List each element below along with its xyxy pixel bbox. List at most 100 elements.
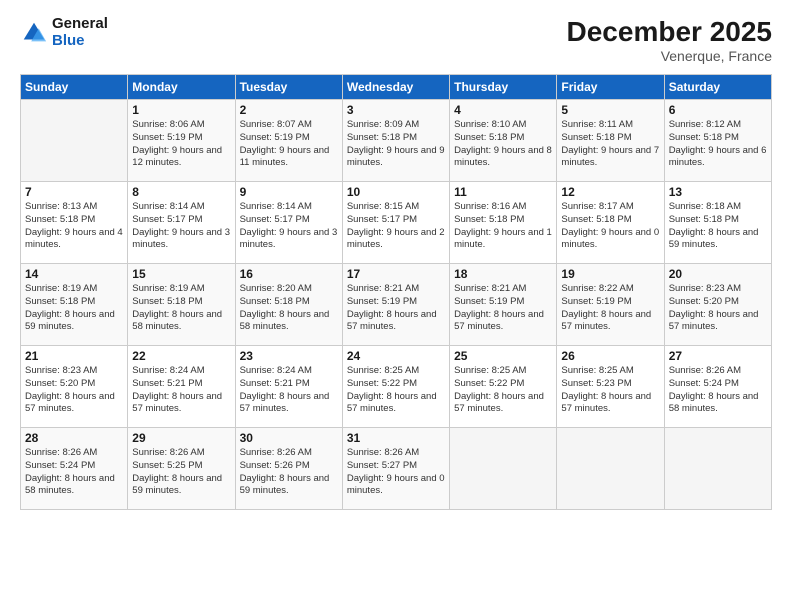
calendar-cell: 4 Sunrise: 8:10 AMSunset: 5:18 PMDaylight… bbox=[450, 100, 557, 182]
cell-info: Sunrise: 8:26 AMSunset: 5:27 PMDaylight:… bbox=[347, 447, 445, 496]
calendar-cell: 20 Sunrise: 8:23 AMSunset: 5:20 PMDayligh… bbox=[664, 264, 771, 346]
calendar-cell: 2 Sunrise: 8:07 AMSunset: 5:19 PMDaylight… bbox=[235, 100, 342, 182]
calendar-cell: 28 Sunrise: 8:26 AMSunset: 5:24 PMDayligh… bbox=[21, 428, 128, 510]
cell-info: Sunrise: 8:14 AMSunset: 5:17 PMDaylight:… bbox=[240, 201, 338, 250]
cell-info: Sunrise: 8:09 AMSunset: 5:18 PMDaylight:… bbox=[347, 119, 445, 168]
logo-text: General Blue bbox=[52, 16, 108, 49]
calendar-cell: 21Sunrise: 8:23 AMSunset: 5:20 PMDayligh… bbox=[21, 346, 128, 428]
cell-info: Sunrise: 8:19 AMSunset: 5:18 PMDaylight:… bbox=[25, 283, 115, 332]
calendar-cell: 30 Sunrise: 8:26 AMSunset: 5:26 PMDayligh… bbox=[235, 428, 342, 510]
cell-info: Sunrise: 8:24 AMSunset: 5:21 PMDaylight:… bbox=[132, 365, 222, 414]
calendar-cell: 18 Sunrise: 8:21 AMSunset: 5:19 PMDayligh… bbox=[450, 264, 557, 346]
day-number: 25 bbox=[454, 349, 552, 363]
calendar-cell: 8 Sunrise: 8:14 AMSunset: 5:17 PMDaylight… bbox=[128, 182, 235, 264]
cell-info: Sunrise: 8:13 AMSunset: 5:18 PMDaylight:… bbox=[25, 201, 123, 250]
day-number: 6 bbox=[669, 103, 767, 117]
day-number: 29 bbox=[132, 431, 230, 445]
calendar-week-4: 21Sunrise: 8:23 AMSunset: 5:20 PMDayligh… bbox=[21, 346, 772, 428]
calendar-week-5: 28 Sunrise: 8:26 AMSunset: 5:24 PMDayligh… bbox=[21, 428, 772, 510]
calendar-cell: 10Sunrise: 8:15 AMSunset: 5:17 PMDayligh… bbox=[342, 182, 449, 264]
cell-info: Sunrise: 8:20 AMSunset: 5:18 PMDaylight:… bbox=[240, 283, 330, 332]
calendar-header-row: Sunday Monday Tuesday Wednesday Thursday… bbox=[21, 75, 772, 100]
calendar-cell: 26 Sunrise: 8:25 AMSunset: 5:23 PMDayligh… bbox=[557, 346, 664, 428]
day-number: 23 bbox=[240, 349, 338, 363]
calendar-cell: 5Sunrise: 8:11 AMSunset: 5:18 PMDaylight… bbox=[557, 100, 664, 182]
calendar-table: Sunday Monday Tuesday Wednesday Thursday… bbox=[20, 74, 772, 510]
day-number: 14 bbox=[25, 267, 123, 281]
day-number: 22 bbox=[132, 349, 230, 363]
day-number: 28 bbox=[25, 431, 123, 445]
calendar-cell: 25 Sunrise: 8:25 AMSunset: 5:22 PMDayligh… bbox=[450, 346, 557, 428]
calendar-cell: 1Sunrise: 8:06 AMSunset: 5:19 PMDaylight… bbox=[128, 100, 235, 182]
logo: General Blue bbox=[20, 16, 108, 49]
day-number: 26 bbox=[561, 349, 659, 363]
day-number: 27 bbox=[669, 349, 767, 363]
page-header: General Blue December 2025 Venerque, Fra… bbox=[20, 16, 772, 64]
cell-info: Sunrise: 8:26 AMSunset: 5:26 PMDaylight:… bbox=[240, 447, 330, 496]
calendar-week-1: 1Sunrise: 8:06 AMSunset: 5:19 PMDaylight… bbox=[21, 100, 772, 182]
title-section: December 2025 Venerque, France bbox=[567, 16, 772, 64]
logo-icon bbox=[20, 19, 48, 47]
cell-info: Sunrise: 8:23 AMSunset: 5:20 PMDaylight:… bbox=[669, 283, 759, 332]
calendar-cell: 12 Sunrise: 8:17 AMSunset: 5:18 PMDayligh… bbox=[557, 182, 664, 264]
header-tuesday: Tuesday bbox=[235, 75, 342, 100]
calendar-cell bbox=[450, 428, 557, 510]
cell-info: Sunrise: 8:17 AMSunset: 5:18 PMDaylight:… bbox=[561, 201, 659, 250]
day-number: 24 bbox=[347, 349, 445, 363]
header-thursday: Thursday bbox=[450, 75, 557, 100]
cell-info: Sunrise: 8:07 AMSunset: 5:19 PMDaylight:… bbox=[240, 119, 330, 168]
cell-info: Sunrise: 8:25 AMSunset: 5:22 PMDaylight:… bbox=[347, 365, 437, 414]
month-title: December 2025 bbox=[567, 16, 772, 48]
day-number: 12 bbox=[561, 185, 659, 199]
day-number: 2 bbox=[240, 103, 338, 117]
calendar-cell: 3Sunrise: 8:09 AMSunset: 5:18 PMDaylight… bbox=[342, 100, 449, 182]
cell-info: Sunrise: 8:24 AMSunset: 5:21 PMDaylight:… bbox=[240, 365, 330, 414]
cell-info: Sunrise: 8:23 AMSunset: 5:20 PMDaylight:… bbox=[25, 365, 115, 414]
day-number: 20 bbox=[669, 267, 767, 281]
calendar-cell: 19 Sunrise: 8:22 AMSunset: 5:19 PMDayligh… bbox=[557, 264, 664, 346]
header-sunday: Sunday bbox=[21, 75, 128, 100]
day-number: 1 bbox=[132, 103, 230, 117]
day-number: 7 bbox=[25, 185, 123, 199]
cell-info: Sunrise: 8:21 AMSunset: 5:19 PMDaylight:… bbox=[454, 283, 544, 332]
cell-info: Sunrise: 8:25 AMSunset: 5:22 PMDaylight:… bbox=[454, 365, 544, 414]
calendar-cell: 24 Sunrise: 8:25 AMSunset: 5:22 PMDayligh… bbox=[342, 346, 449, 428]
day-number: 15 bbox=[132, 267, 230, 281]
cell-info: Sunrise: 8:14 AMSunset: 5:17 PMDaylight:… bbox=[132, 201, 230, 250]
day-number: 10 bbox=[347, 185, 445, 199]
day-number: 16 bbox=[240, 267, 338, 281]
calendar-cell: 6 Sunrise: 8:12 AMSunset: 5:18 PMDaylight… bbox=[664, 100, 771, 182]
day-number: 9 bbox=[240, 185, 338, 199]
day-number: 8 bbox=[132, 185, 230, 199]
cell-info: Sunrise: 8:22 AMSunset: 5:19 PMDaylight:… bbox=[561, 283, 651, 332]
calendar-cell: 11Sunrise: 8:16 AMSunset: 5:18 PMDayligh… bbox=[450, 182, 557, 264]
header-saturday: Saturday bbox=[664, 75, 771, 100]
calendar-cell: 27Sunrise: 8:26 AMSunset: 5:24 PMDayligh… bbox=[664, 346, 771, 428]
calendar-cell bbox=[21, 100, 128, 182]
location: Venerque, France bbox=[567, 48, 772, 64]
calendar-cell: 7 Sunrise: 8:13 AMSunset: 5:18 PMDaylight… bbox=[21, 182, 128, 264]
day-number: 18 bbox=[454, 267, 552, 281]
day-number: 19 bbox=[561, 267, 659, 281]
calendar-cell: 13Sunrise: 8:18 AMSunset: 5:18 PMDayligh… bbox=[664, 182, 771, 264]
cell-info: Sunrise: 8:26 AMSunset: 5:24 PMDaylight:… bbox=[25, 447, 115, 496]
calendar-cell: 14 Sunrise: 8:19 AMSunset: 5:18 PMDayligh… bbox=[21, 264, 128, 346]
calendar-cell bbox=[664, 428, 771, 510]
calendar-cell: 22 Sunrise: 8:24 AMSunset: 5:21 PMDayligh… bbox=[128, 346, 235, 428]
day-number: 4 bbox=[454, 103, 552, 117]
header-monday: Monday bbox=[128, 75, 235, 100]
day-number: 13 bbox=[669, 185, 767, 199]
day-number: 5 bbox=[561, 103, 659, 117]
cell-info: Sunrise: 8:12 AMSunset: 5:18 PMDaylight:… bbox=[669, 119, 767, 168]
day-number: 30 bbox=[240, 431, 338, 445]
day-number: 11 bbox=[454, 185, 552, 199]
calendar-cell: 9 Sunrise: 8:14 AMSunset: 5:17 PMDaylight… bbox=[235, 182, 342, 264]
cell-info: Sunrise: 8:10 AMSunset: 5:18 PMDaylight:… bbox=[454, 119, 552, 168]
cell-info: Sunrise: 8:21 AMSunset: 5:19 PMDaylight:… bbox=[347, 283, 437, 332]
calendar-cell: 23 Sunrise: 8:24 AMSunset: 5:21 PMDayligh… bbox=[235, 346, 342, 428]
calendar-cell: 31 Sunrise: 8:26 AMSunset: 5:27 PMDayligh… bbox=[342, 428, 449, 510]
calendar-cell: 16 Sunrise: 8:20 AMSunset: 5:18 PMDayligh… bbox=[235, 264, 342, 346]
cell-info: Sunrise: 8:25 AMSunset: 5:23 PMDaylight:… bbox=[561, 365, 651, 414]
day-number: 31 bbox=[347, 431, 445, 445]
cell-info: Sunrise: 8:19 AMSunset: 5:18 PMDaylight:… bbox=[132, 283, 222, 332]
